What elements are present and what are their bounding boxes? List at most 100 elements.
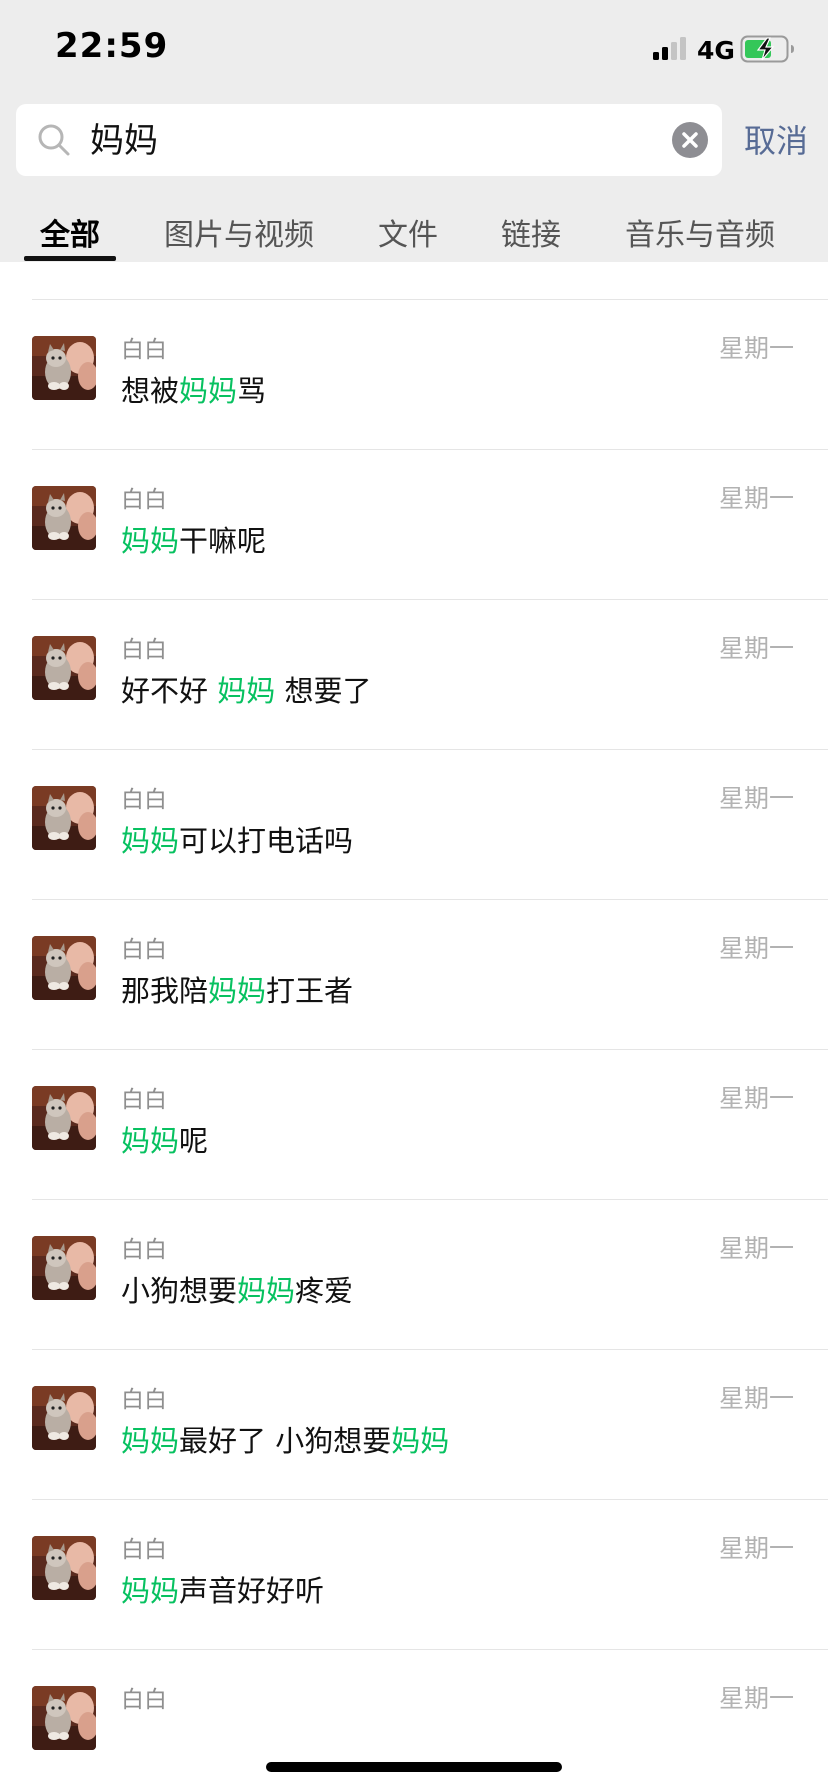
keyword-highlight: 妈妈 [217, 674, 276, 708]
result-row[interactable]: 白白 星期一那我陪妈妈打王者 [0, 900, 828, 1050]
cat-photo-icon [32, 636, 96, 700]
message-text: 妈妈呢 [121, 1118, 208, 1160]
tab-files[interactable]: 文件 [378, 210, 438, 254]
cat-photo-icon [32, 1686, 96, 1750]
result-row[interactable]: 白白星期一妈妈调我 [0, 262, 828, 300]
avatar [32, 486, 96, 550]
message-segment: 呢 [179, 1124, 209, 1158]
keyword-highlight: 妈妈 [121, 1124, 180, 1158]
filter-tabs: 全部 图片与视频 文件 链接 音乐与音频 [0, 200, 828, 262]
search-box [16, 104, 722, 176]
avatar [32, 1386, 96, 1450]
message-segment: 声音好好听 [179, 1574, 325, 1608]
message-date: 星期一 [718, 1384, 794, 1413]
keyword-highlight: 妈妈 [121, 1574, 180, 1608]
cat-photo-icon [32, 1536, 96, 1600]
message-date: 星期一 [718, 1234, 794, 1263]
message-segment: 想要了 [275, 674, 372, 708]
message-date: 星期一 [718, 484, 794, 513]
clear-search-button[interactable] [672, 122, 708, 158]
cancel-button[interactable]: 取消 [744, 116, 808, 162]
keyword-highlight: 妈妈 [179, 374, 238, 408]
message-segment: 小狗想要 [121, 1274, 238, 1308]
keyword-highlight: 妈妈 [121, 824, 180, 858]
keyword-highlight: 妈妈 [237, 1274, 296, 1308]
message-segment: 可以打电话吗 [179, 824, 354, 858]
avatar [32, 1536, 96, 1600]
search-icon [38, 124, 70, 156]
keyword-highlight: 妈妈 [121, 1424, 180, 1458]
avatar [32, 336, 96, 400]
message-date: 星期一 [718, 784, 794, 813]
sender-name: 白白 [121, 1537, 167, 1563]
home-indicator [266, 1762, 562, 1772]
message-text: 妈妈最好了 小狗想要妈妈 [121, 1418, 449, 1460]
message-date: 星期一 [718, 1534, 794, 1563]
message-text: 妈妈声音好好听 [121, 1568, 324, 1610]
keyword-highlight: 妈妈 [391, 1424, 450, 1458]
message-segment: 疼爱 [295, 1274, 354, 1308]
cat-photo-icon [32, 486, 96, 550]
avatar [32, 636, 96, 700]
message-segment: 那我陪 [121, 974, 209, 1008]
search-results-list[interactable]: 白白星期一妈妈调我 白白星期一想被妈妈骂 [0, 262, 828, 1792]
message-date: 星期一 [718, 934, 794, 963]
message-segment: 干嘛呢 [179, 524, 267, 558]
sender-name: 白白 [121, 1237, 167, 1263]
sender-name: 白白 [121, 487, 167, 513]
cellular-signal-icon [653, 37, 686, 60]
sender-name: 白白 [121, 1387, 167, 1413]
search-input[interactable] [88, 118, 652, 164]
result-row[interactable]: 白白 星期一想被妈妈骂 [0, 300, 828, 450]
result-row[interactable]: 白白 星期一妈妈声音好好听 [0, 1500, 828, 1650]
sender-name: 白白 [121, 1687, 167, 1713]
result-row[interactable]: 白白 星期一妈妈可以打电话吗 [0, 750, 828, 900]
keyword-highlight: 妈妈 [121, 524, 180, 558]
avatar [32, 1686, 96, 1750]
cat-photo-icon [32, 336, 96, 400]
sender-name: 白白 [121, 637, 167, 663]
battery-charging-icon [740, 35, 794, 63]
status-time: 22:59 [55, 26, 169, 66]
message-text: 那我陪妈妈打王者 [121, 968, 353, 1010]
avatar [32, 1236, 96, 1300]
message-segment: 好不好 [121, 674, 218, 708]
cat-photo-icon [32, 1386, 96, 1450]
message-text: 想被妈妈骂 [121, 368, 266, 410]
sender-name: 白白 [121, 1087, 167, 1113]
avatar [32, 936, 96, 1000]
message-segment: 想被 [121, 374, 180, 408]
result-row[interactable]: 白白 星期一妈妈呢 [0, 1050, 828, 1200]
message-segment: 打王者 [266, 974, 354, 1008]
result-row[interactable]: 白白 星期一妈妈干嘛呢 [0, 450, 828, 600]
message-date: 星期一 [718, 634, 794, 663]
sender-name: 白白 [121, 937, 167, 963]
network-type-label: 4G [697, 36, 735, 65]
result-row[interactable]: 白白 星期一妈妈最好了 小狗想要妈妈 [0, 1350, 828, 1500]
message-text: 妈妈干嘛呢 [121, 518, 266, 560]
keyword-highlight: 妈妈 [208, 974, 267, 1008]
cat-photo-icon [32, 1236, 96, 1300]
status-bar: 22:59 4G [0, 0, 828, 100]
search-header: 22:59 4G 取消 全部 图片与视频 [0, 0, 828, 262]
active-tab-indicator [24, 256, 116, 261]
message-text: 好不好 妈妈 想要了 [121, 668, 371, 710]
message-date: 星期一 [718, 1684, 794, 1713]
tab-all[interactable]: 全部 [40, 210, 100, 254]
avatar [32, 1086, 96, 1150]
cat-photo-icon [32, 936, 96, 1000]
cat-photo-icon [32, 1086, 96, 1150]
message-text: 小狗想要妈妈疼爱 [121, 1268, 353, 1310]
message-text: 妈妈可以打电话吗 [121, 818, 353, 860]
tab-links[interactable]: 链接 [501, 210, 561, 254]
result-row[interactable]: 白白 星期一小狗想要妈妈疼爱 [0, 1200, 828, 1350]
tab-images-videos[interactable]: 图片与视频 [164, 210, 314, 254]
result-row[interactable]: 白白 星期一好不好 妈妈 想要了 [0, 600, 828, 750]
sender-name: 白白 [121, 787, 167, 813]
message-date: 星期一 [718, 1084, 794, 1113]
message-segment: 最好了 小狗想要 [179, 1424, 392, 1458]
cat-photo-icon [32, 786, 96, 850]
sender-name: 白白 [121, 337, 167, 363]
message-date: 星期一 [718, 334, 794, 363]
tab-music-audio[interactable]: 音乐与音频 [625, 210, 775, 254]
